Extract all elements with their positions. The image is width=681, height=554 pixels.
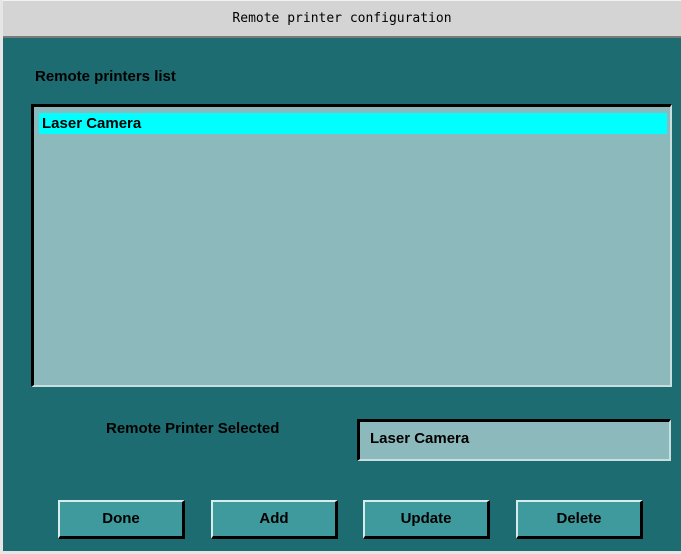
selected-printer-label: Remote Printer Selected [106, 420, 280, 437]
remote-printer-config-window: Remote printer configuration Remote prin… [0, 0, 681, 554]
update-button[interactable]: Update [363, 500, 490, 539]
list-item[interactable]: Laser Camera [39, 113, 667, 134]
printers-list-label: Remote printers list [35, 68, 176, 85]
done-button[interactable]: Done [58, 500, 185, 539]
selected-printer-field[interactable]: Laser Camera [357, 419, 671, 461]
printers-list[interactable]: Laser Camera [31, 104, 672, 387]
window-title: Remote printer configuration [3, 0, 681, 38]
add-button[interactable]: Add [211, 500, 338, 539]
delete-button[interactable]: Delete [516, 500, 643, 539]
